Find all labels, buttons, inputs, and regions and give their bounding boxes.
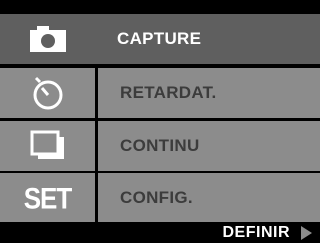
right-arrow-icon[interactable] — [301, 226, 312, 240]
menu-item-label: CAPTURE — [117, 29, 202, 48]
menu-item-capture[interactable]: CAPTURE — [0, 14, 320, 64]
label-cell: CAPTURE — [95, 14, 320, 64]
menu-item-label: CONTINU — [120, 136, 200, 155]
menu-item-config[interactable]: SET CONFIG. — [0, 173, 320, 223]
icon-cell — [0, 14, 95, 64]
menu: CAPTURE RETARDAT. CONTINU SET CONFIG. — [0, 0, 320, 223]
icon-cell — [0, 121, 95, 171]
camera-icon — [29, 26, 66, 52]
label-cell: CONTINU — [98, 121, 320, 171]
icon-cell: SET — [0, 173, 95, 223]
label-cell: CONFIG. — [98, 173, 320, 223]
label-cell: RETARDAT. — [98, 68, 320, 118]
menu-item-label: RETARDAT. — [120, 83, 217, 102]
self-timer-icon — [33, 76, 62, 110]
icon-cell — [0, 68, 95, 118]
footer-bar: DEFINIR — [0, 222, 320, 243]
menu-item-self-timer[interactable]: RETARDAT. — [0, 68, 320, 118]
menu-item-label: CONFIG. — [120, 188, 193, 207]
continuous-shot-icon — [30, 130, 64, 159]
menu-item-continuous[interactable]: CONTINU — [0, 121, 320, 171]
define-label: DEFINIR — [222, 224, 290, 241]
set-icon: SET — [23, 180, 73, 215]
